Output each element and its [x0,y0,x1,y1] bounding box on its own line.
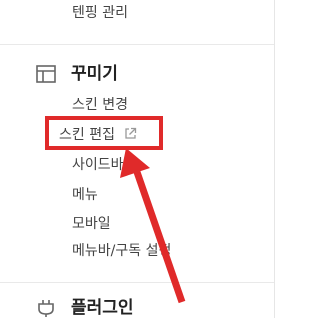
section-divider [0,282,274,283]
section-header-decorate[interactable]: 꾸미기 [36,64,118,84]
layout-icon [36,65,56,83]
sidebar-item-tenping[interactable]: 텐핑 관리 [72,5,128,21]
sidebar: 텐핑 관리 꾸미기 스킨 변경 스킨 편집 사이드바 메뉴 모바일 메뉴바/구독… [0,0,274,318]
sidebar-item-menubar-subscribe[interactable]: 메뉴바/구독 설정 [72,243,171,259]
section-title-decorate: 꾸미기 [71,64,118,84]
sidebar-item-sidebar[interactable]: 사이드바 [72,157,124,173]
section-divider [0,44,274,45]
section-header-plugin[interactable]: 플러그인 [36,298,134,318]
sidebar-item-mobile[interactable]: 모바일 [72,216,111,232]
sidebar-item-skin-change[interactable]: 스킨 변경 [72,97,128,113]
highlight-box [45,116,163,150]
plug-icon [38,300,54,317]
sidebar-item-menu[interactable]: 메뉴 [72,187,98,203]
section-title-plugin: 플러그인 [71,298,134,318]
content-area-edge [275,0,289,318]
